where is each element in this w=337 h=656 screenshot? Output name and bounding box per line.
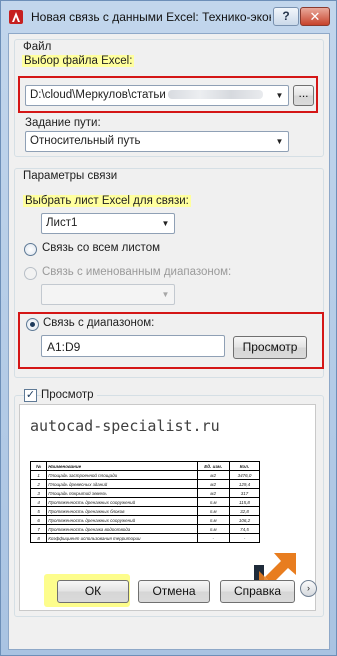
chevron-down-icon: ▼ bbox=[161, 219, 170, 228]
table-cell: п.м bbox=[196, 524, 230, 534]
chevron-down-icon: ▼ bbox=[275, 137, 284, 146]
path-type-select[interactable]: Относительный путь ▼ bbox=[25, 131, 289, 152]
chevron-down-icon: ▼ bbox=[275, 91, 284, 100]
excel-preview-table: № Наименование Ед. изм. Кол. 1 Площадь застро… bbox=[29, 461, 261, 543]
table-cell: п.м bbox=[196, 515, 230, 525]
table-cell: - bbox=[196, 533, 230, 543]
path-type-value: Относительный путь bbox=[30, 135, 141, 147]
table-cell: Протяженность дренажных сооружений bbox=[46, 497, 198, 507]
radio-range[interactable] bbox=[26, 318, 39, 331]
blurred-filename bbox=[167, 90, 263, 100]
named-range-select[interactable]: ▼ bbox=[41, 284, 175, 305]
title-bar[interactable]: Новая связь с данными Excel: Технико-эко… bbox=[1, 1, 336, 33]
table-cell: 1 bbox=[29, 470, 48, 480]
table-cell: Коэффициент использования территории bbox=[46, 533, 198, 543]
table-row: 8 Коэффициент использования территории - - bbox=[29, 533, 261, 543]
table-cell: - bbox=[228, 533, 261, 543]
table-cell: 3476,0 bbox=[228, 470, 261, 480]
table-cell: Площадь застроенной площади bbox=[46, 470, 198, 480]
table-cell: Площадь покрытий земель bbox=[46, 488, 198, 498]
table-cell: Ед. изм. bbox=[196, 461, 230, 471]
table-row: 5 Протяженность дренажных блоков п.м 32,8 bbox=[29, 506, 261, 516]
radio-range-label[interactable]: Связь с диапазоном: bbox=[43, 317, 154, 329]
table-cell: Протяженность дренажных сооружений bbox=[46, 515, 198, 525]
preview-checkbox[interactable]: ✓ bbox=[24, 389, 37, 402]
sheet-select[interactable]: Лист1 ▼ bbox=[41, 213, 175, 234]
table-row: № Наименование Ед. изм. Кол. bbox=[29, 461, 261, 471]
table-cell: м2 bbox=[196, 479, 230, 489]
table-cell: 106,2 bbox=[228, 515, 261, 525]
table-cell: 6 bbox=[29, 515, 48, 525]
table-cell: 32,8 bbox=[228, 506, 261, 516]
table-cell: Протяженность дренажа водоотвода bbox=[46, 524, 198, 534]
chevron-down-icon: ▼ bbox=[161, 290, 170, 299]
table-row: 4 Протяженность дренажных сооружений п.м 11… bbox=[29, 497, 261, 507]
close-button[interactable]: ✕ bbox=[300, 7, 330, 26]
table-cell: 7 bbox=[29, 524, 48, 534]
table-row: 6 Протяженность дренажных сооружений п.м 10… bbox=[29, 515, 261, 525]
radio-whole-sheet-label[interactable]: Связь со всем листом bbox=[42, 242, 160, 254]
range-input[interactable]: A1:D9 bbox=[41, 335, 225, 357]
table-row: 3 Площадь покрытий земель м2 317 bbox=[29, 488, 261, 498]
excel-file-path: D:\cloud\Меркулов\статьи bbox=[30, 89, 263, 101]
table-cell: 8 bbox=[29, 533, 48, 543]
dialog-window: Новая связь с данными Excel: Технико-эко… bbox=[0, 0, 337, 656]
radio-whole-sheet[interactable] bbox=[24, 243, 37, 256]
watermark-site-text: autocad-specialist.ru bbox=[30, 417, 220, 435]
browse-button[interactable]: ... bbox=[293, 85, 314, 106]
range-preview-button[interactable]: Просмотр bbox=[233, 336, 307, 359]
range-value: A1:D9 bbox=[47, 340, 81, 354]
table-cell: 74,5 bbox=[228, 524, 261, 534]
table-row: 7 Протяженность дренажа водоотвода п.м 74,5 bbox=[29, 524, 261, 534]
table-row: 2 Площадь древесных зданий м2 129,4 bbox=[29, 479, 261, 489]
table-cell: 5 bbox=[29, 506, 48, 516]
file-group-title: Файл bbox=[23, 41, 52, 53]
autocad-app-icon bbox=[9, 10, 23, 24]
table-row: 1 Площадь застроенной площади м2 3476,0 bbox=[29, 470, 261, 480]
title-help-button[interactable]: ? bbox=[273, 7, 299, 26]
table-cell: м2 bbox=[196, 470, 230, 480]
excel-file-combobox[interactable]: D:\cloud\Меркулов\статьи ▼ bbox=[25, 85, 289, 106]
link-params-title: Параметры связи bbox=[23, 170, 118, 182]
table-cell: Протяженность дренажных блоков bbox=[46, 506, 198, 516]
table-cell: 115,8 bbox=[228, 497, 261, 507]
table-cell: п.м bbox=[196, 497, 230, 507]
table-cell: № bbox=[29, 461, 48, 471]
excel-file-label: Выбор файла Excel: bbox=[22, 55, 135, 67]
table-cell: 129,4 bbox=[228, 479, 261, 489]
sheet-value: Лист1 bbox=[46, 217, 78, 229]
sheet-select-label: Выбрать лист Excel для связи: bbox=[23, 195, 191, 207]
help-button[interactable]: Справка bbox=[220, 580, 295, 603]
window-title: Новая связь с данными Excel: Технико-эко… bbox=[31, 10, 271, 24]
preview-checkbox-label[interactable]: Просмотр bbox=[41, 389, 97, 401]
radio-named-range-label[interactable]: Связь с именованным диапазоном: bbox=[42, 266, 231, 278]
table-cell: п.м bbox=[196, 506, 230, 516]
table-cell: Наименование bbox=[46, 461, 198, 471]
table-cell: Площадь древесных зданий bbox=[46, 479, 198, 489]
ok-button[interactable]: ОК bbox=[57, 580, 129, 603]
table-cell: Кол. bbox=[228, 461, 261, 471]
table-cell: 2 bbox=[29, 479, 48, 489]
table-cell: 317 bbox=[228, 488, 261, 498]
path-type-label: Задание пути: bbox=[25, 117, 101, 129]
table-cell: 4 bbox=[29, 497, 48, 507]
chevron-right-icon[interactable]: › bbox=[300, 580, 317, 597]
radio-named-range[interactable] bbox=[24, 267, 37, 280]
table-cell: м2 bbox=[196, 488, 230, 498]
table-cell: 3 bbox=[29, 488, 48, 498]
cancel-button[interactable]: Отмена bbox=[138, 580, 210, 603]
